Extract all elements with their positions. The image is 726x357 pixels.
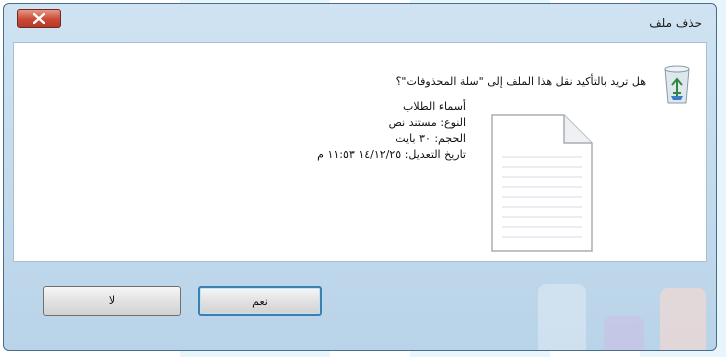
yes-button[interactable]: نعم (198, 286, 322, 316)
file-modified-date: تاريخ التعديل: ١٤/١٢/٢٥ ١١:٥٣ م (317, 148, 466, 161)
dialog-title: حذف ملف (649, 16, 702, 30)
confirmation-question: هل تريد بالتأكيد نقل هذا الملف إلى "سلة … (395, 75, 646, 88)
file-name: أسماء الطلاب (402, 100, 466, 113)
screen: حذف ملف هل تريد بالتأكيد نقل هذا الملف إ… (0, 0, 726, 357)
file-details: أسماء الطلاب النوع: مستند نص الحجم: ٣٠ ب… (206, 99, 466, 163)
dialog-titlebar[interactable]: حذف ملف (4, 4, 716, 42)
no-button[interactable]: لا (43, 286, 181, 316)
text-file-icon (491, 114, 593, 252)
background-decoration (538, 284, 586, 350)
close-button[interactable] (17, 9, 61, 28)
recycle-bin-icon (664, 65, 690, 104)
background-decoration (660, 288, 706, 350)
close-icon (33, 13, 45, 24)
file-size: الحجم: ٣٠ بايت (395, 132, 466, 145)
delete-file-dialog: حذف ملف هل تريد بالتأكيد نقل هذا الملف إ… (3, 3, 717, 351)
background-decoration (604, 316, 644, 350)
file-type: النوع: مستند نص (388, 116, 466, 129)
dialog-content: هل تريد بالتأكيد نقل هذا الملف إلى "سلة … (13, 42, 707, 262)
